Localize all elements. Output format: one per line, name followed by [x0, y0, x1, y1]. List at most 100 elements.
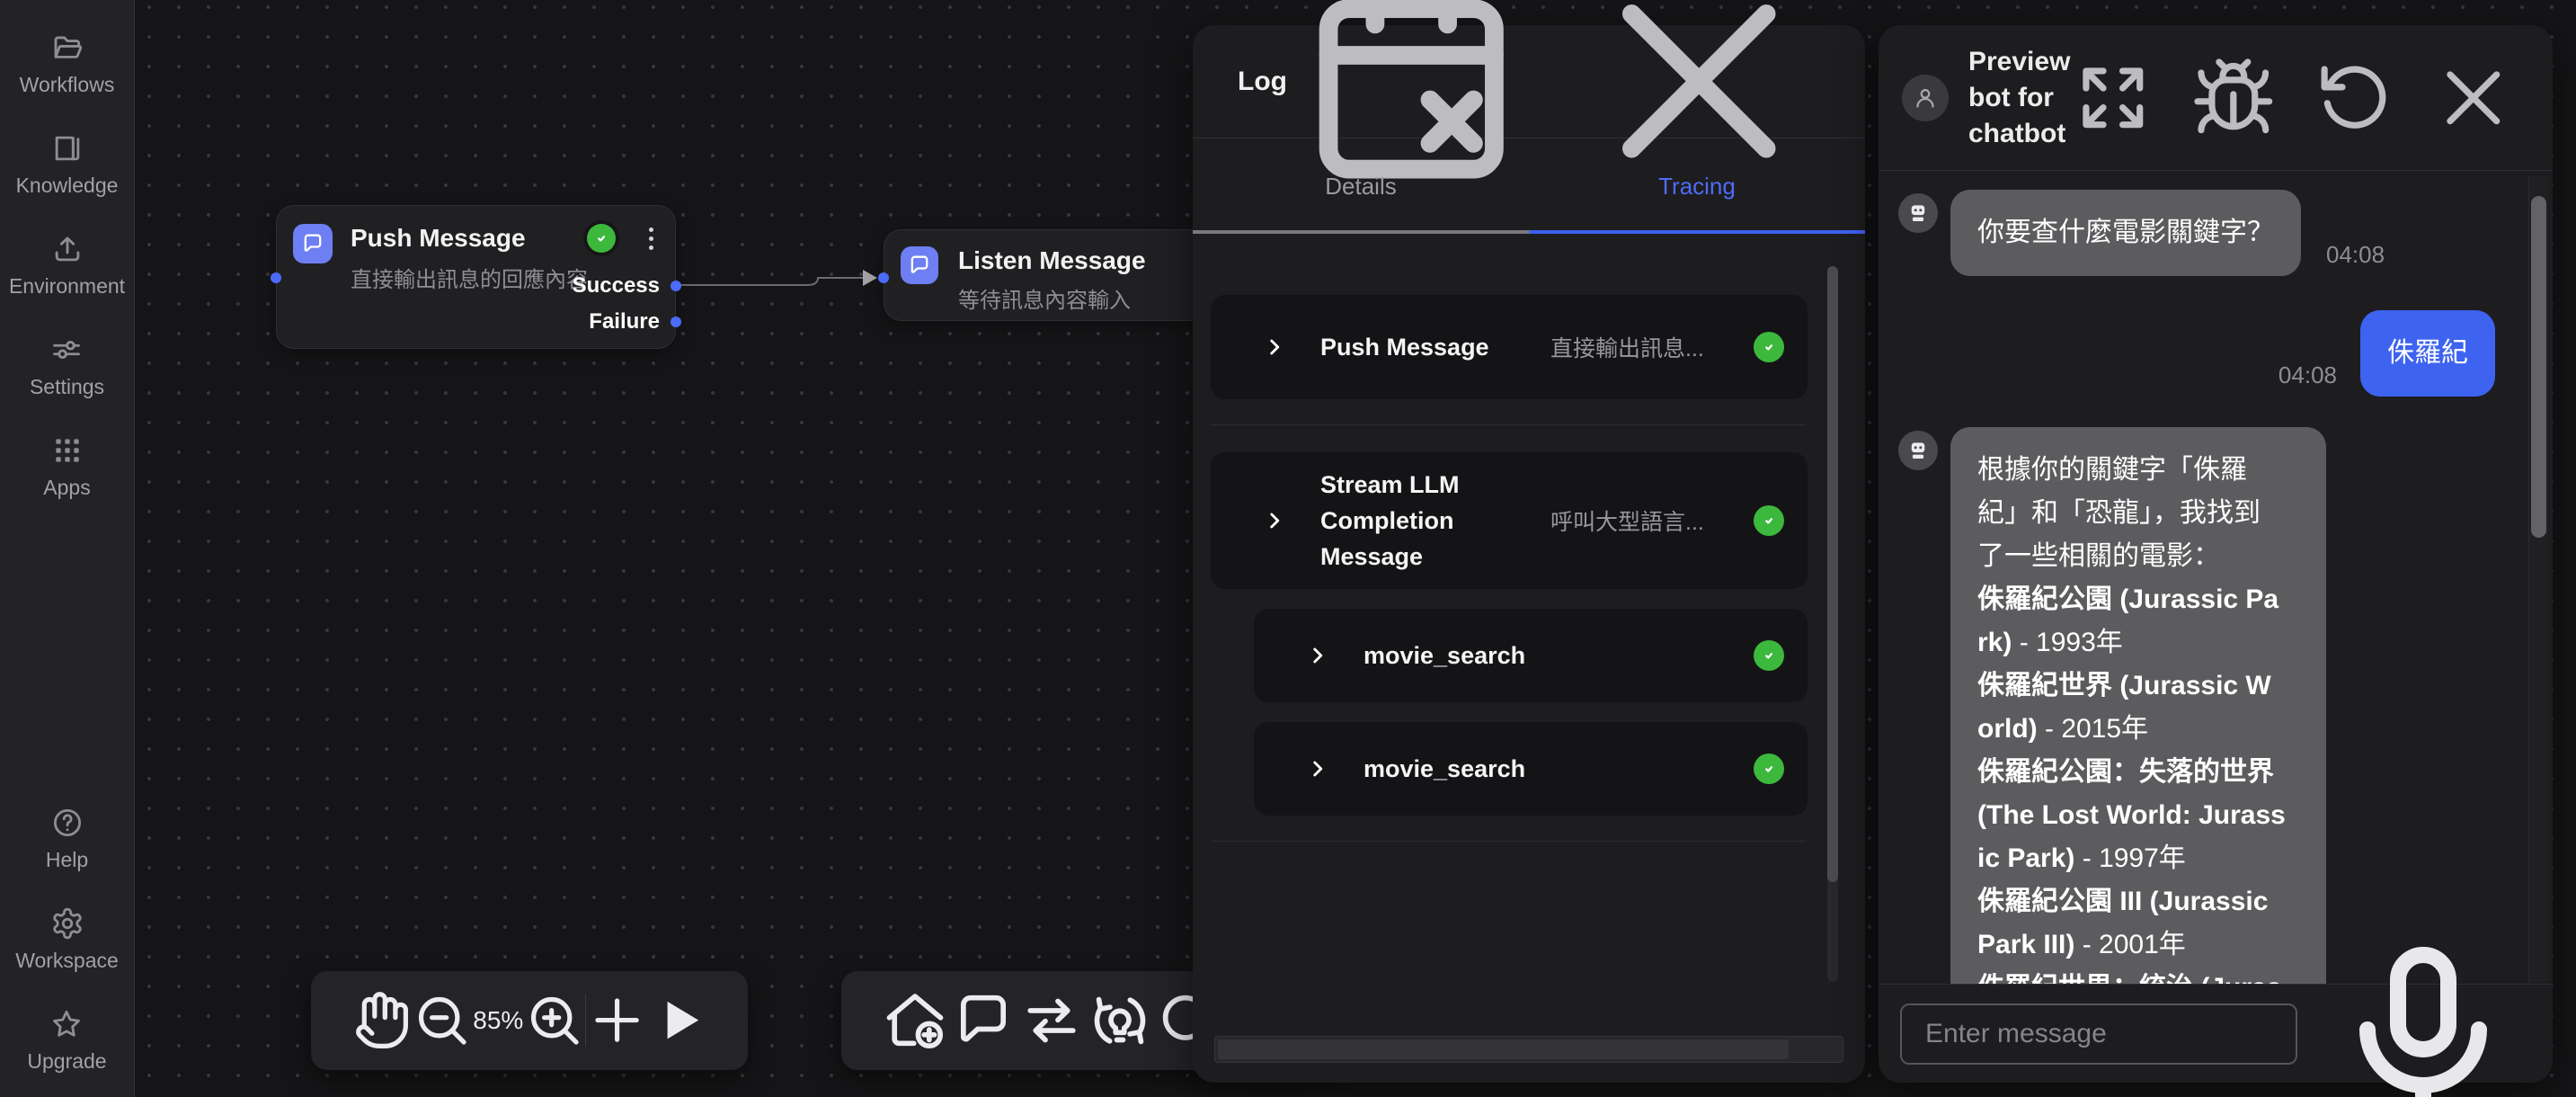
trace-name: movie_search: [1364, 638, 1741, 673]
message-timestamp: 04:08: [2326, 241, 2385, 269]
close-icon: [2430, 55, 2517, 141]
node-push-message[interactable]: Push Message 直接輸出訊息的回應內容 Success Failure: [276, 205, 676, 349]
success-badge: [1754, 505, 1784, 536]
chat-scrollbar[interactable]: [2528, 176, 2548, 982]
sidebar-item-workflows[interactable]: Workflows: [20, 31, 115, 97]
chevron-right-icon[interactable]: [1306, 644, 1329, 667]
comment-icon: [949, 986, 1017, 1055]
tab-tracing[interactable]: Tracing: [1529, 138, 1865, 234]
sidebar-item-settings[interactable]: Settings: [30, 333, 104, 399]
log-horizontal-scrollbar[interactable]: [1214, 1036, 1843, 1063]
trace-item[interactable]: Push Message直接輸出訊息...: [1211, 295, 1808, 399]
chat-bubble-icon: [300, 231, 325, 256]
add-node-icon: [586, 989, 648, 1051]
reset-button[interactable]: [2311, 55, 2397, 141]
sidebar-item-environment[interactable]: Environment: [9, 232, 125, 299]
swap-arrows-button[interactable]: [1017, 986, 1086, 1055]
chat-input-bar: [1879, 984, 2553, 1083]
pan-hand-button[interactable]: [349, 989, 411, 1051]
tab-label: Details: [1325, 173, 1396, 201]
debug-button[interactable]: [2190, 55, 2277, 141]
zoom-in-icon: [523, 989, 585, 1051]
kebab-menu-icon[interactable]: [647, 226, 655, 252]
log-panel: Log DetailsTracing Push Message直接輸出訊息...…: [1193, 25, 1865, 1083]
expand-icon: [2070, 55, 2156, 141]
bot-avatar: [1902, 75, 1949, 121]
upload-icon: [50, 232, 84, 266]
sidebar-item-knowledge[interactable]: Knowledge: [16, 131, 119, 198]
home-add-icon: [881, 986, 949, 1055]
star-icon: [49, 1007, 84, 1041]
zoom-out-button[interactable]: [411, 989, 473, 1051]
sidebar-item-label: Help: [46, 848, 88, 872]
tab-details[interactable]: Details: [1193, 138, 1529, 234]
sidebar-item-upgrade[interactable]: Upgrade: [27, 1007, 106, 1074]
zoom-in-button[interactable]: [523, 989, 585, 1051]
add-node-button[interactable]: [586, 989, 648, 1051]
comment-button[interactable]: [949, 986, 1017, 1055]
grid-icon: [50, 433, 84, 468]
chat-message-bot: 根據你的關鍵字「侏羅紀」和「恐龍」，我找到了一些相關的電影：侏羅紀公園 (Jur…: [1898, 427, 2495, 984]
chevron-right-icon[interactable]: [1263, 335, 1286, 359]
failure-port[interactable]: [671, 317, 681, 327]
user-message-bubble: 侏羅紀: [2360, 310, 2495, 397]
trace-divider: [1211, 841, 1806, 842]
preview-panel: Preview bot for chatbot 你要查什麼電影關鍵字？ 04:08…: [1879, 25, 2553, 1083]
success-badge: [1754, 332, 1784, 362]
auto-layout-button[interactable]: [1086, 986, 1154, 1055]
bot-message-bubble: 你要查什麼電影關鍵字？: [1950, 190, 2301, 276]
book-icon: [50, 131, 84, 165]
bot-avatar: [1898, 193, 1938, 233]
success-badge: [1754, 754, 1784, 784]
sidebar-main-nav: Workflows Knowledge Environment Settings App…: [9, 31, 125, 500]
chevron-right-icon[interactable]: [1306, 757, 1329, 780]
success-port[interactable]: [671, 281, 681, 291]
scrollbar-thumb[interactable]: [2531, 196, 2546, 538]
home-add-button[interactable]: [881, 986, 949, 1055]
microphone-button[interactable]: [2315, 926, 2531, 1097]
log-vertical-scrollbar[interactable]: [1827, 266, 1838, 982]
sidebar-item-apps[interactable]: Apps: [43, 433, 90, 500]
chevron-right-icon[interactable]: [1263, 509, 1286, 532]
preview-header-icons: [2070, 55, 2517, 141]
microphone-icon: [2315, 926, 2531, 1097]
preview-panel-header: Preview bot for chatbot: [1879, 25, 2553, 171]
pan-hand-icon: [349, 989, 411, 1051]
port-label-failure: Failure: [589, 309, 660, 334]
auto-layout-icon: [1086, 986, 1154, 1055]
trace-desc: 呼叫大型語言...: [1529, 504, 1741, 537]
zoom-out-icon: [411, 989, 473, 1051]
sidebar-item-label: Upgrade: [27, 1049, 106, 1074]
trace-item[interactable]: movie_search: [1254, 722, 1808, 816]
close-button[interactable]: [2430, 55, 2517, 141]
debug-icon: [2190, 55, 2277, 141]
scrollbar-thumb[interactable]: [1218, 1039, 1789, 1059]
run-icon: [648, 989, 710, 1051]
sidebar-item-label: Workflows: [20, 73, 115, 97]
trace-name: Stream LLM Completion Message: [1320, 467, 1529, 575]
message-input[interactable]: [1900, 1003, 2297, 1065]
run-button[interactable]: [648, 989, 710, 1051]
sidebar-item-help[interactable]: Help: [46, 806, 88, 872]
bot-avatar: [1898, 431, 1938, 470]
expand-button[interactable]: [2070, 55, 2156, 141]
trace-desc: 直接輸出訊息...: [1529, 331, 1741, 363]
trace-item[interactable]: Stream LLM Completion Message呼叫大型語言...: [1211, 452, 1808, 589]
input-port[interactable]: [271, 272, 281, 283]
node-subtitle: 等待訊息內容輸入: [958, 282, 1131, 314]
sidebar: Workflows Knowledge Environment Settings App…: [0, 0, 135, 1097]
sidebar-item-label: Knowledge: [16, 174, 119, 198]
input-port[interactable]: [878, 272, 889, 283]
chat-message-list: 你要查什麼電影關鍵字？04:0804:08侏羅紀根據你的關鍵字「侏羅紀」和「恐龍…: [1879, 172, 2553, 984]
gear-icon: [50, 906, 84, 941]
reset-icon: [2311, 55, 2397, 141]
trace-item[interactable]: movie_search: [1254, 609, 1808, 702]
sidebar-item-workspace[interactable]: Workspace: [15, 906, 119, 973]
scrollbar-thumb[interactable]: [1827, 266, 1838, 882]
sidebar-bottom-nav: Help Workspace Upgrade: [15, 806, 119, 1074]
sidebar-item-label: Environment: [9, 274, 125, 299]
sliders-icon: [49, 333, 84, 367]
canvas-zoom-toolbar: 85%: [311, 971, 748, 1070]
sidebar-item-label: Workspace: [15, 949, 119, 973]
node-icon-bg: [901, 246, 938, 284]
